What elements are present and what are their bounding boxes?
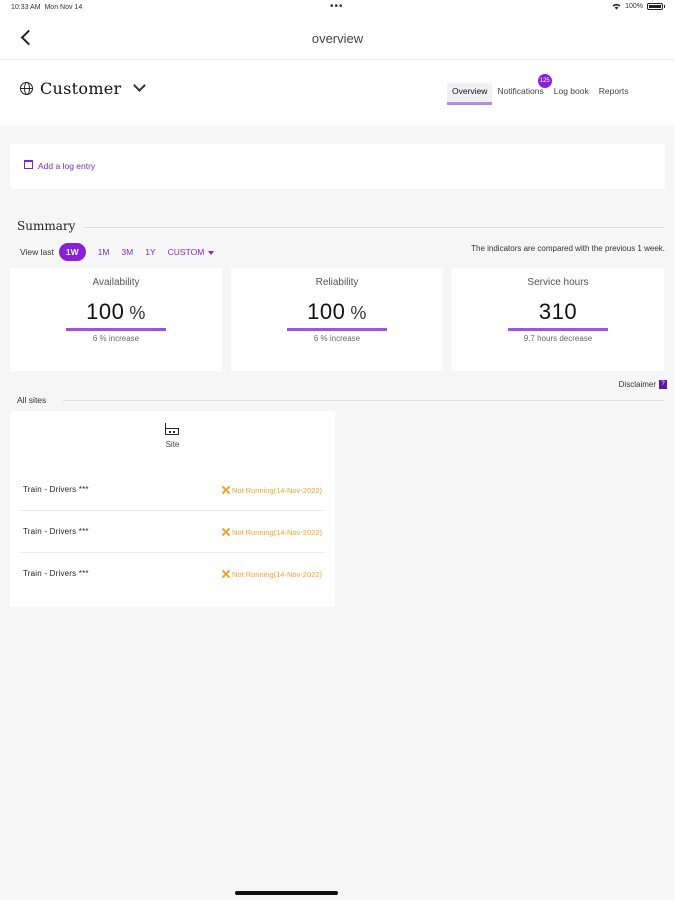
kpi-delta: 6 % increase: [313, 334, 361, 343]
kpi-value: 100%: [307, 299, 367, 324]
battery-percent: 100%: [625, 3, 643, 10]
kpi-name: Availability: [92, 277, 140, 288]
globe-icon: [20, 82, 33, 95]
status-bar: 10:33 AM Mon Nov 14 ••• 100%: [0, 0, 675, 16]
site-row-name: Train - Drivers ***: [23, 485, 89, 494]
customer-name[interactable]: Customer: [40, 79, 122, 98]
kpi-underline: [287, 328, 387, 331]
range-chip-1y[interactable]: 1Y: [145, 247, 155, 257]
calendar-icon[interactable]: [24, 160, 33, 169]
kpi-delta: 9.7 hours decrease: [523, 334, 593, 343]
range-chip-1w[interactable]: 1W: [58, 243, 86, 261]
kpi-name: Service hours: [527, 277, 589, 288]
kpi-underline: [66, 328, 166, 331]
status-time: 10:33 AM Mon Nov 14: [11, 4, 83, 11]
comparison-note: The indicators are compared with the pre…: [471, 244, 665, 253]
battery-icon: [647, 3, 663, 10]
site-row-name: Train - Drivers ***: [23, 527, 89, 536]
view-last-label: View last: [20, 247, 54, 257]
site-building-icon: [165, 423, 179, 435]
range-chip-custom[interactable]: CUSTOM: [168, 247, 215, 257]
tab-log-book[interactable]: Log book: [549, 83, 594, 105]
kpi-underline: [508, 328, 608, 331]
wifi-icon: [612, 3, 621, 10]
close-x-icon: [222, 486, 230, 494]
site-row-name: Train - Drivers ***: [23, 569, 89, 578]
divider: [84, 227, 664, 228]
range-chip-1m[interactable]: 1M: [98, 247, 110, 257]
page-title: overview: [311, 31, 364, 46]
site-row[interactable]: Train - Drivers *** Not Running(14-Nov-2…: [20, 553, 325, 595]
info-icon[interactable]: ?: [659, 380, 667, 389]
site-card: Site Train - Drivers *** Not Running(14-…: [10, 411, 335, 607]
site-row-status: Not Running(14-Nov-2022): [222, 570, 322, 579]
status-right: 100%: [612, 3, 665, 10]
site-row-status: Not Running(14-Nov-2022): [222, 486, 322, 495]
summary-heading: Summary: [17, 219, 76, 233]
disclaimer-link[interactable]: Disclaimer ?: [619, 380, 667, 389]
kpi-delta: 6 % increase: [92, 334, 140, 343]
home-indicator[interactable]: [235, 891, 338, 895]
chevron-down-icon[interactable]: [133, 80, 145, 92]
range-selector: View last 1W 1M 3M 1Y CUSTOM: [20, 241, 220, 263]
close-x-icon: [222, 528, 230, 536]
all-sites-heading: All sites: [17, 395, 47, 405]
customer-header: Customer Overview Notifications 125 Log b…: [0, 60, 675, 126]
site-label: Site: [165, 440, 180, 449]
site-row[interactable]: Train - Drivers *** Not Running(14-Nov-2…: [20, 469, 325, 511]
tab-notifications[interactable]: Notifications 125: [492, 74, 552, 105]
tab-reports[interactable]: Reports: [594, 83, 634, 105]
kpi-value: 310: [538, 299, 578, 324]
divider: [63, 400, 664, 401]
range-chip-3m[interactable]: 3M: [121, 247, 133, 257]
kpi-card-reliability[interactable]: Reliability 100% 6 % increase: [231, 268, 443, 371]
tab-bar: Overview Notifications 125 Log book Repor…: [447, 74, 634, 105]
navigation-bar: overview: [0, 16, 675, 60]
add-log-entry-link[interactable]: Add a log entry: [38, 161, 95, 171]
kpi-card-availability[interactable]: Availability 100% 6 % increase: [10, 268, 222, 371]
kpi-name: Reliability: [315, 277, 359, 288]
caret-down-icon: [208, 250, 215, 255]
log-entry-card: Add a log entry: [10, 144, 665, 189]
kpi-card-service-hours[interactable]: Service hours 310 9.7 hours decrease: [452, 268, 664, 371]
multitask-dots[interactable]: •••: [330, 1, 344, 12]
tab-overview[interactable]: Overview: [447, 83, 493, 105]
site-row[interactable]: Train - Drivers *** Not Running(14-Nov-2…: [20, 511, 325, 553]
kpi-value: 100%: [86, 299, 146, 324]
site-row-status: Not Running(14-Nov-2022): [222, 528, 322, 537]
close-x-icon: [222, 570, 230, 578]
